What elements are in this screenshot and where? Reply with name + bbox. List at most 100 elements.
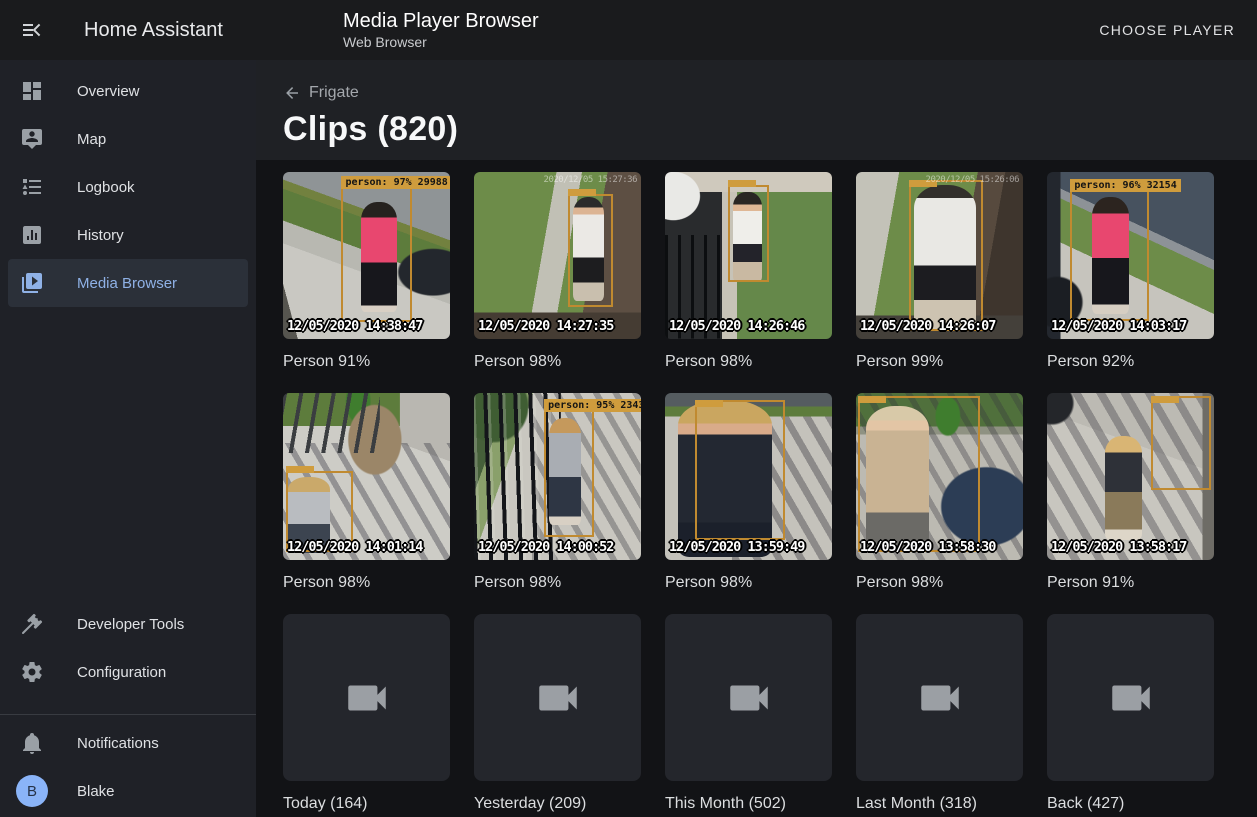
clip-card[interactable]: person: 97% 29988 12/05/2020 14:38:47 Pe… [283,172,450,373]
folder-tile [665,614,832,781]
clip-card[interactable]: 12/05/2020 14:26:46 Person 98% [665,172,832,373]
clip-label: Person 98% [665,351,832,373]
detection-label [568,189,596,196]
folder-card-today[interactable]: Today (164) [283,614,450,815]
clip-card[interactable]: 2020/12/05 15:27:36 12/05/2020 14:27:35 … [474,172,641,373]
detection-bounding-box: person: 96% 32154 [1070,190,1148,320]
sidebar: Overview Map Logbook History Media Brows… [0,60,256,817]
sidebar-item-label: Logbook [77,179,135,196]
clip-card[interactable]: person: 95% 23432 12/05/2020 14:00:52 Pe… [474,393,641,594]
panel-subtitle: Web Browser [343,33,539,51]
clip-thumbnail: 2020/12/05 15:27:36 12/05/2020 14:27:35 [474,172,641,339]
detection-label [695,400,723,407]
clip-timestamp-overlay: 12/05/2020 14:01:14 [287,539,422,555]
clip-card[interactable]: 2020/12/05 15:26:06 12/05/2020 14:26:07 … [856,172,1023,373]
detection-label [728,180,756,187]
detection-bounding-box [1151,396,1211,490]
clip-label: Person 99% [856,351,1023,373]
app-title: Home Assistant [84,19,223,42]
video-camera-icon [724,673,774,723]
choose-player-button[interactable]: CHOOSE PLAYER [1099,22,1235,38]
clips-grid: person: 97% 29988 12/05/2020 14:38:47 Pe… [283,172,1257,815]
detection-label: person: 95% 23432 [544,399,641,412]
clip-timestamp-overlay: 12/05/2020 14:26:46 [669,318,804,334]
clip-label: Person 98% [474,351,641,373]
folder-label: Back (427) [1047,793,1214,815]
sidebar-item-overview[interactable]: Overview [8,67,248,115]
sidebar-item-logbook[interactable]: Logbook [8,163,248,211]
sidebar-item-label: Developer Tools [77,616,184,633]
sidebar-item-label: Media Browser [77,275,177,292]
clip-label: Person 98% [665,572,832,594]
detection-bounding-box: person: 97% 29988 [341,187,411,322]
folder-tile [283,614,450,781]
header-left: Home Assistant [0,18,256,42]
clip-thumbnail: 12/05/2020 13:59:49 [665,393,832,560]
clip-timestamp-overlay: 12/05/2020 13:58:17 [1051,539,1186,555]
folder-label: This Month (502) [665,793,832,815]
clip-card[interactable]: 12/05/2020 13:58:17 Person 91% [1047,393,1214,594]
list-bulleted-icon [20,175,44,199]
folder-card-back[interactable]: Back (427) [1047,614,1214,815]
clip-label: Person 92% [1047,351,1214,373]
clip-thumbnail: 12/05/2020 14:01:14 [283,393,450,560]
folder-label: Today (164) [283,793,450,815]
folder-card-this-month[interactable]: This Month (502) [665,614,832,815]
clips-grid-area: person: 97% 29988 12/05/2020 14:38:47 Pe… [256,160,1257,817]
clip-thumbnail: person: 97% 29988 12/05/2020 14:38:47 [283,172,450,339]
clip-label: Person 91% [1047,572,1214,594]
play-box-multiple-icon [20,271,44,295]
video-camera-icon [533,673,583,723]
clip-label: Person 98% [856,572,1023,594]
breadcrumb[interactable]: Frigate [283,84,1257,102]
content-header: Frigate Clips (820) [256,60,1257,160]
sidebar-item-notifications[interactable]: Notifications [8,719,248,767]
clip-timestamp-overlay: 12/05/2020 14:26:07 [860,318,995,334]
sidebar-item-map[interactable]: Map [8,115,248,163]
clip-thumbnail: 12/05/2020 13:58:17 [1047,393,1214,560]
panel-title-block: Media Player Browser Web Browser [343,9,539,51]
clip-thumbnail: 12/05/2020 13:58:30 [856,393,1023,560]
sidebar-item-developer-tools[interactable]: Developer Tools [8,600,248,648]
folder-tile [474,614,641,781]
folder-card-last-month[interactable]: Last Month (318) [856,614,1023,815]
clip-timestamp-overlay: 12/05/2020 14:03:17 [1051,318,1186,334]
panel-title: Media Player Browser [343,9,539,33]
sidebar-toggle-icon[interactable] [20,18,44,42]
detection-label: person: 96% 32154 [1070,179,1180,192]
folder-tile [856,614,1023,781]
sidebar-item-label: Overview [77,83,140,100]
sidebar-item-profile[interactable]: B Blake [8,767,248,815]
clip-label: Person 98% [283,572,450,594]
detection-bounding-box [728,185,768,282]
profile-name: Blake [77,783,115,800]
clip-label: Person 98% [474,572,641,594]
clip-card[interactable]: 12/05/2020 13:58:30 Person 98% [856,393,1023,594]
detection-bounding-box [568,194,613,308]
clip-card[interactable]: 12/05/2020 14:01:14 Person 98% [283,393,450,594]
detection-bounding-box [909,180,982,330]
bell-icon [20,731,44,755]
sidebar-item-media-browser[interactable]: Media Browser [8,259,248,307]
sidebar-item-label: History [77,227,124,244]
clip-thumbnail: person: 95% 23432 12/05/2020 14:00:52 [474,393,641,560]
folder-card-yesterday[interactable]: Yesterday (209) [474,614,641,815]
media-browser-panel: Frigate Clips (820) person: 97% 29988 12… [256,60,1257,817]
clip-timestamp-overlay: 12/05/2020 14:00:52 [478,539,613,555]
back-arrow-icon [283,84,301,102]
sidebar-divider [0,714,256,715]
dashboard-icon [20,79,44,103]
breadcrumb-label: Frigate [309,84,359,102]
sidebar-item-label: Map [77,131,106,148]
page-title: Clips (820) [283,110,1257,149]
app-header: Home Assistant Media Player Browser Web … [0,0,1257,60]
clip-card[interactable]: person: 96% 32154 12/05/2020 14:03:17 Pe… [1047,172,1214,373]
sidebar-item-configuration[interactable]: Configuration [8,648,248,696]
sidebar-item-label: Notifications [77,735,159,752]
sidebar-item-history[interactable]: History [8,211,248,259]
folder-tile [1047,614,1214,781]
detection-label [1151,396,1179,403]
folder-label: Last Month (318) [856,793,1023,815]
folder-label: Yesterday (209) [474,793,641,815]
clip-card[interactable]: 12/05/2020 13:59:49 Person 98% [665,393,832,594]
